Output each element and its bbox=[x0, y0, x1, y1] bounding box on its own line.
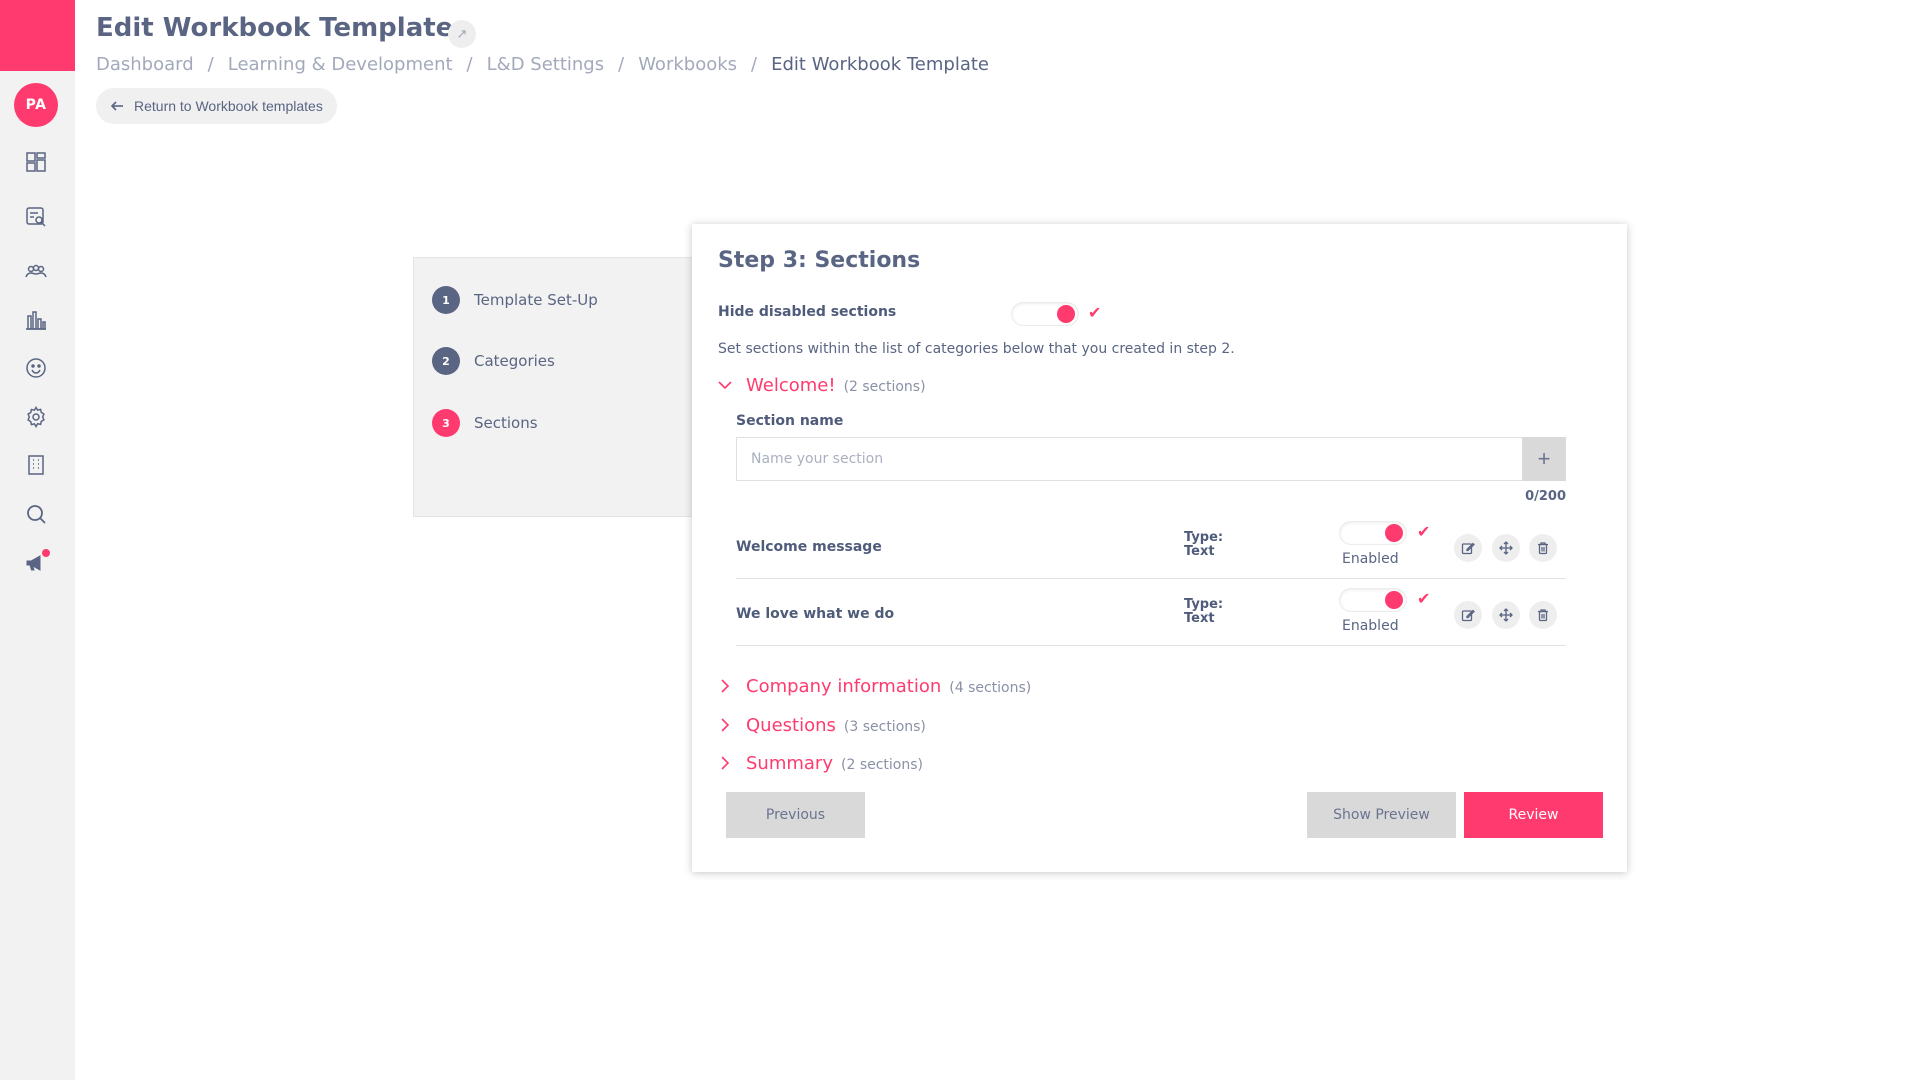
breadcrumb-separator: / bbox=[207, 54, 214, 75]
section-name-label: Section name bbox=[736, 413, 844, 429]
check-icon: ✔ bbox=[1088, 303, 1102, 322]
edit-icon[interactable] bbox=[1454, 534, 1482, 562]
section-row: We love what we do Type: Text ✔ Enabled bbox=[736, 580, 1566, 646]
check-icon: ✔ bbox=[1417, 522, 1431, 541]
bar-chart-icon[interactable] bbox=[22, 306, 50, 334]
category-name: Welcome! bbox=[746, 375, 836, 396]
steps-panel: 1 Template Set-Up 2 Categories 3 Section… bbox=[413, 257, 693, 517]
step-number: 1 bbox=[432, 286, 460, 314]
breadcrumb-ld-settings[interactable]: L&D Settings bbox=[487, 54, 604, 75]
search-document-icon[interactable] bbox=[22, 203, 50, 231]
breadcrumb-current: Edit Workbook Template bbox=[771, 54, 989, 75]
step-label: Template Set-Up bbox=[474, 291, 598, 309]
avatar[interactable]: PA bbox=[14, 83, 58, 127]
category-name: Questions bbox=[746, 715, 836, 736]
page-title: Edit Workbook Template bbox=[96, 13, 454, 43]
hide-disabled-toggle[interactable] bbox=[1012, 303, 1078, 325]
step-number: 3 bbox=[432, 409, 460, 437]
building-icon[interactable] bbox=[22, 451, 50, 479]
category-name: Summary bbox=[746, 753, 833, 774]
section-type: Type: Text bbox=[1184, 598, 1223, 626]
gear-icon[interactable] bbox=[22, 403, 50, 431]
step-number: 2 bbox=[432, 347, 460, 375]
category-questions[interactable]: Questions (3 sections) bbox=[718, 715, 926, 736]
type-value: Text bbox=[1184, 544, 1215, 559]
section-row: Welcome message Type: Text ✔ Enabled bbox=[736, 513, 1566, 579]
type-label: Type: bbox=[1184, 597, 1224, 612]
breadcrumb-dashboard[interactable]: Dashboard bbox=[96, 54, 194, 75]
brand-logo[interactable] bbox=[0, 0, 75, 71]
breadcrumb-separator: / bbox=[618, 54, 625, 75]
return-to-templates-button[interactable]: Return to Workbook templates bbox=[96, 88, 337, 124]
section-status: Enabled bbox=[1342, 618, 1399, 634]
expand-icon[interactable]: ↗ bbox=[448, 20, 476, 48]
category-summary[interactable]: Summary (2 sections) bbox=[718, 753, 923, 774]
trash-icon[interactable] bbox=[1529, 534, 1557, 562]
section-row-name: We love what we do bbox=[736, 606, 895, 622]
section-type: Type: Text bbox=[1184, 531, 1223, 559]
section-status: Enabled bbox=[1342, 551, 1399, 567]
type-value: Text bbox=[1184, 611, 1215, 626]
arrow-left-icon bbox=[110, 101, 123, 111]
return-label: Return to Workbook templates bbox=[134, 98, 323, 114]
section-enabled-toggle[interactable] bbox=[1340, 522, 1406, 544]
category-count: (3 sections) bbox=[843, 719, 926, 735]
step-label: Sections bbox=[474, 414, 538, 432]
toggle-knob bbox=[1057, 305, 1075, 323]
move-icon[interactable] bbox=[1492, 534, 1520, 562]
step-sections[interactable]: 3 Sections bbox=[432, 409, 538, 437]
category-count: (2 sections) bbox=[841, 757, 923, 773]
search-icon[interactable] bbox=[22, 500, 50, 528]
category-count: (2 sections) bbox=[843, 379, 926, 395]
toggle-knob bbox=[1385, 524, 1403, 542]
sidebar: PA bbox=[0, 0, 75, 1080]
step-label: Categories bbox=[474, 352, 555, 370]
chevron-down-icon bbox=[718, 381, 732, 390]
breadcrumb-learning-development[interactable]: Learning & Development bbox=[228, 54, 453, 75]
breadcrumb-separator: / bbox=[466, 54, 473, 75]
megaphone-icon[interactable] bbox=[22, 549, 50, 577]
check-icon: ✔ bbox=[1417, 589, 1431, 608]
chevron-right-icon bbox=[721, 756, 730, 770]
chevron-right-icon bbox=[721, 718, 730, 732]
section-name-input[interactable] bbox=[736, 437, 1522, 481]
show-preview-button[interactable]: Show Preview bbox=[1307, 792, 1456, 838]
section-enabled-toggle[interactable] bbox=[1340, 589, 1406, 611]
breadcrumb-workbooks[interactable]: Workbooks bbox=[638, 54, 737, 75]
category-welcome[interactable]: Welcome! (2 sections) bbox=[718, 375, 926, 396]
card-title: Step 3: Sections bbox=[718, 248, 921, 273]
breadcrumb: Dashboard / Learning & Development / L&D S… bbox=[96, 54, 989, 75]
type-label: Type: bbox=[1184, 530, 1224, 545]
trash-icon[interactable] bbox=[1529, 601, 1557, 629]
chevron-right-icon bbox=[721, 679, 730, 693]
smiley-icon[interactable] bbox=[22, 354, 50, 382]
breadcrumb-separator: / bbox=[751, 54, 758, 75]
description: Set sections within the list of categori… bbox=[718, 341, 1235, 357]
review-button[interactable]: Review bbox=[1464, 792, 1603, 838]
hide-disabled-label: Hide disabled sections bbox=[718, 304, 897, 320]
category-count: (4 sections) bbox=[949, 680, 1032, 696]
step-template-setup[interactable]: 1 Template Set-Up bbox=[432, 286, 598, 314]
dashboard-icon[interactable] bbox=[22, 148, 50, 176]
team-icon[interactable] bbox=[22, 258, 50, 286]
toggle-knob bbox=[1385, 591, 1403, 609]
category-name: Company information bbox=[746, 676, 942, 697]
move-icon[interactable] bbox=[1492, 601, 1520, 629]
edit-icon[interactable] bbox=[1454, 601, 1482, 629]
previous-button[interactable]: Previous bbox=[726, 792, 865, 838]
section-row-name: Welcome message bbox=[736, 539, 882, 555]
step-categories[interactable]: 2 Categories bbox=[432, 347, 555, 375]
character-counter: 0/200 bbox=[1525, 489, 1566, 504]
category-company-information[interactable]: Company information (4 sections) bbox=[718, 676, 1031, 697]
add-section-button[interactable]: + bbox=[1522, 437, 1566, 481]
sections-card: Step 3: Sections Hide disabled sections … bbox=[692, 224, 1627, 872]
notification-dot bbox=[42, 549, 50, 557]
